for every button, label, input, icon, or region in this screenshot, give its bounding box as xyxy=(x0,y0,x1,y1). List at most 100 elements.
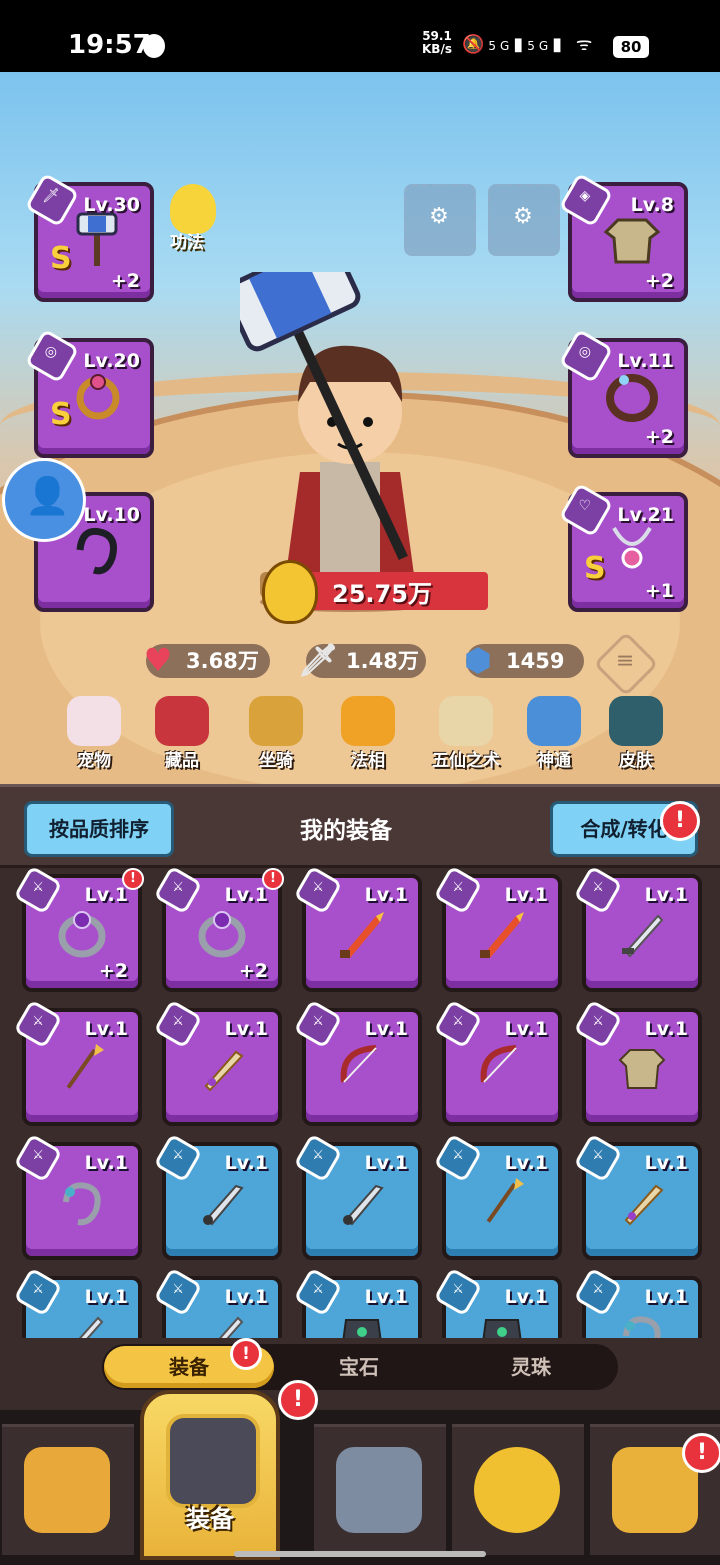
item-level: Lv.1 xyxy=(224,1018,268,1040)
feature-skin[interactable]: 皮肤 xyxy=(596,696,676,772)
sword-icon xyxy=(622,914,664,958)
item-type-icon: ⚔ xyxy=(312,1013,324,1029)
empty-slot-1[interactable]: ⚙ xyxy=(404,184,476,256)
equipped-armor-slot[interactable]: ◈ Lv.8 +2 xyxy=(558,172,688,302)
inventory-item[interactable]: ⚔ Lv.1 xyxy=(153,1267,282,1338)
item-level: Lv.1 xyxy=(504,884,548,906)
pet-icon xyxy=(67,696,121,746)
tab-equipment-alert-badge: ! xyxy=(230,1338,262,1370)
item-level: Lv.1 xyxy=(224,1152,268,1174)
profile-avatar-button[interactable]: 👤 xyxy=(2,458,86,542)
feature-divine[interactable]: 神通 xyxy=(514,696,594,772)
inventory-item[interactable]: ⚔ Lv.1 +2! xyxy=(153,866,284,992)
inventory-item[interactable]: ⚔ Lv.1 xyxy=(433,1267,562,1338)
inventory-item[interactable]: ⚔ Lv.1 xyxy=(573,1267,702,1338)
bracelet-icon xyxy=(76,527,117,575)
spear-icon xyxy=(486,1178,524,1223)
armor-icon xyxy=(342,1319,382,1338)
upgrade-arrow-icon xyxy=(474,1447,560,1533)
crossed-swords-icon xyxy=(336,1447,422,1533)
power-emblem-icon xyxy=(262,560,318,624)
item-type-icon: ⚔ xyxy=(312,1147,324,1163)
lamp-icon xyxy=(341,696,395,746)
armor-type-icon: ◈ xyxy=(579,187,591,204)
inventory-item[interactable]: ⚔ Lv.1 xyxy=(573,999,702,1126)
tab-spirit-beads[interactable]: 灵珠 xyxy=(446,1346,616,1388)
inventory-item[interactable]: ⚔ Lv.1 xyxy=(13,999,142,1126)
item-level: Lv.1 xyxy=(364,1286,408,1308)
feature-collection[interactable]: 藏品 xyxy=(142,696,222,772)
bracelet-icon xyxy=(63,1182,101,1226)
feature-dharma[interactable]: 法相 xyxy=(328,696,408,772)
kungfu-button[interactable]: 功法 xyxy=(160,184,230,264)
item-type-icon: ⚔ xyxy=(592,1147,604,1163)
inventory-item[interactable]: ⚔ Lv.1 xyxy=(573,1133,702,1260)
necklace-icon xyxy=(612,526,652,569)
battery-icon: 80 xyxy=(613,36,649,58)
item-level: Lv.1 xyxy=(644,1286,688,1308)
bow-icon xyxy=(480,1045,517,1083)
home-indicator[interactable] xyxy=(234,1551,486,1557)
inventory-item[interactable]: ⚔ Lv.1 xyxy=(13,1133,142,1260)
inventory-item[interactable]: ⚔ Lv.1 xyxy=(153,1133,282,1260)
trophy-icon xyxy=(170,184,216,234)
item-level: Lv.1 xyxy=(364,1018,408,1040)
necklace-type-icon: ♡ xyxy=(578,497,592,514)
scroll-icon xyxy=(439,696,493,746)
item-level: Lv.1 xyxy=(84,884,128,906)
armor-icon xyxy=(482,1319,522,1338)
inventory-item[interactable]: ⚔ Lv.1 xyxy=(13,1267,142,1338)
amulet-type-icon: ◎ xyxy=(44,343,58,360)
inventory-item[interactable]: ⚔ Lv.1 +2! xyxy=(13,866,144,992)
bow-icon xyxy=(340,1045,377,1083)
hp-stat: ♥ 3.68万 xyxy=(144,641,270,679)
bracelet-icon xyxy=(623,1316,661,1338)
feature-pet[interactable]: 宠物 xyxy=(54,696,134,772)
inventory-item[interactable]: ⚔ Lv.1 xyxy=(293,1267,422,1338)
nav-equipment[interactable]: 装备 ! xyxy=(140,1380,318,1560)
nav-treasure[interactable]: ! xyxy=(590,1424,720,1555)
list-icon: ≡ xyxy=(615,648,635,674)
inventory-item[interactable]: ⚔ Lv.1 xyxy=(433,866,562,992)
signal-icons: 🔕5G▮5G▮ ᯤ xyxy=(462,34,597,55)
nav-shop[interactable] xyxy=(2,1424,134,1555)
item-level: Lv.1 xyxy=(644,1018,688,1040)
mount-icon xyxy=(249,696,303,746)
sort-by-quality-button[interactable]: 按品质排序 xyxy=(24,801,174,857)
equipped-necklace-slot[interactable]: ♡ Lv.21 S +1 xyxy=(558,482,688,612)
hammer-icon xyxy=(76,212,118,266)
inventory-item[interactable]: ⚔ Lv.1 xyxy=(293,1133,422,1260)
equipment-header: 按品质排序 我的装备 合成/转化 ! xyxy=(0,784,720,868)
shop-chest-icon xyxy=(24,1447,110,1533)
item-level: Lv.1 xyxy=(364,1152,408,1174)
equipped-ring-slot[interactable]: ◎ Lv.11 +2 xyxy=(558,328,688,458)
shield-icon: ⬢ xyxy=(464,641,492,679)
inventory-item[interactable]: ⚔ Lv.1 xyxy=(293,999,422,1126)
equipped-amulet-slot[interactable]: ◎ Lv.20 S xyxy=(24,328,154,458)
hero-scene: 🗡 Lv.30 S +2 ◎ Lv.20 S Lv.10 ◈ Lv.8 +2 ◎… xyxy=(0,72,720,784)
sword-icon xyxy=(218,1316,244,1338)
item-level: Lv.1 xyxy=(84,1018,128,1040)
ring-icon xyxy=(58,911,106,958)
nav-battle[interactable] xyxy=(314,1424,446,1555)
feature-mount[interactable]: 坐骑 xyxy=(236,696,316,772)
bottom-nav: 装备 ! ! xyxy=(0,1380,720,1565)
panel-title: 我的装备 xyxy=(300,818,392,844)
item-alert-badge: ! xyxy=(122,868,144,890)
equipped-weapon-slot[interactable]: 🗡 Lv.30 S +2 xyxy=(24,172,154,302)
item-type-icon: ⚔ xyxy=(592,1013,604,1029)
item-type-icon: ⚔ xyxy=(312,1281,324,1297)
inventory-item[interactable]: ⚔ Lv.1 xyxy=(153,999,282,1126)
item-enhance-level: +2 xyxy=(238,960,268,982)
item-level: Lv.1 xyxy=(84,1152,128,1174)
helmet-icon xyxy=(166,1414,260,1508)
nav-upgrade[interactable] xyxy=(452,1424,584,1555)
inventory-item[interactable]: ⚔ Lv.1 xyxy=(433,999,562,1126)
empty-slot-2[interactable]: ⚙ xyxy=(488,184,560,256)
inventory-item[interactable]: ⚔ Lv.1 xyxy=(573,866,702,992)
inventory-item[interactable]: ⚔ Lv.1 xyxy=(433,1133,562,1260)
item-level: Lv.1 xyxy=(224,1286,268,1308)
inventory-item[interactable]: ⚔ Lv.1 xyxy=(293,866,422,992)
golden-sword-icon xyxy=(624,1184,664,1226)
feature-five-immortals[interactable]: 五仙之术 xyxy=(422,696,510,772)
